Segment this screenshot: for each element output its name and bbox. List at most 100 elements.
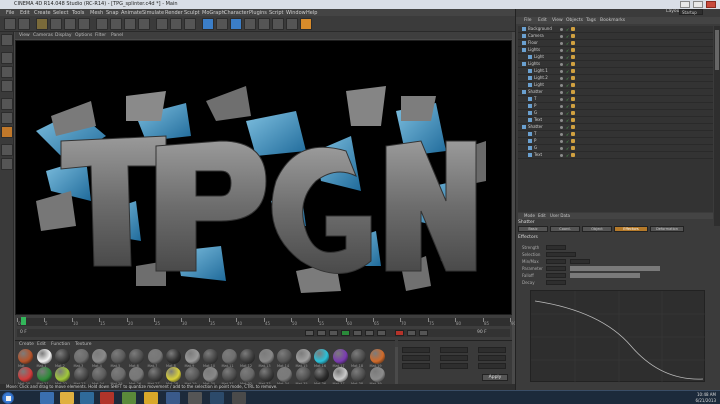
minimize-button[interactable] <box>680 1 690 8</box>
scale-icon[interactable] <box>64 18 76 30</box>
scroll-thumb[interactable] <box>715 30 719 70</box>
tab-deformation[interactable]: Deformation <box>650 226 684 232</box>
start-button[interactable] <box>2 392 14 404</box>
om-menu-edit[interactable]: Edit <box>538 18 547 23</box>
material-tag-icon[interactable] <box>571 125 575 129</box>
position-z-field[interactable] <box>402 363 430 369</box>
object-row[interactable]: Light.1 ✓ <box>518 68 713 75</box>
enabled-check-icon[interactable]: ✓ <box>566 76 569 81</box>
material-swatch[interactable] <box>147 367 163 382</box>
enabled-check-icon[interactable]: ✓ <box>566 146 569 151</box>
material-swatch[interactable] <box>18 367 33 382</box>
falloff-graph[interactable] <box>530 290 706 383</box>
deformer-icon[interactable] <box>258 18 270 30</box>
visibility-dot-icon[interactable] <box>560 84 563 87</box>
pen-icon[interactable] <box>216 18 228 30</box>
material-swatch[interactable] <box>314 367 329 382</box>
material-swatch[interactable] <box>36 367 52 382</box>
material-swatch[interactable] <box>18 349 33 364</box>
attr-menu-user-data[interactable]: User Data <box>550 213 570 218</box>
visibility-dot-icon[interactable] <box>560 112 563 115</box>
undo-icon[interactable] <box>4 18 16 30</box>
material-swatch[interactable] <box>129 349 144 364</box>
vp-menu-filter[interactable]: Filter <box>95 33 106 38</box>
min-field[interactable] <box>546 259 566 264</box>
material-swatch[interactable] <box>221 349 237 364</box>
enabled-check-icon[interactable]: ✓ <box>566 97 569 102</box>
material-swatch[interactable] <box>92 349 107 364</box>
parameter-field[interactable] <box>546 266 566 271</box>
texture-mode-icon[interactable] <box>1 66 13 78</box>
vp-menu-cameras[interactable]: Cameras <box>33 33 53 38</box>
playhead[interactable] <box>21 317 26 325</box>
material-swatch[interactable] <box>73 367 89 382</box>
visibility-dot-icon[interactable] <box>560 77 563 80</box>
material-swatch[interactable] <box>258 349 274 364</box>
app-dark-icon[interactable] <box>232 392 246 404</box>
tab-effectors[interactable]: Effectors <box>614 226 648 232</box>
material-tag-icon[interactable] <box>571 97 575 101</box>
explorer-icon[interactable] <box>60 392 74 404</box>
material-tag-icon[interactable] <box>571 104 575 108</box>
strength-field[interactable] <box>546 245 566 250</box>
visibility-dot-icon[interactable] <box>560 49 563 52</box>
tab-object[interactable]: Object <box>582 226 612 232</box>
coordinate-system-icon[interactable] <box>138 18 150 30</box>
play-icon[interactable] <box>341 330 350 336</box>
mat-menu-create[interactable]: Create <box>19 342 34 347</box>
material-swatch[interactable] <box>73 349 89 364</box>
enabled-check-icon[interactable]: ✓ <box>566 41 569 46</box>
array-icon[interactable] <box>244 18 256 30</box>
app-grey-icon[interactable] <box>188 392 202 404</box>
maximize-button[interactable] <box>693 1 703 8</box>
perspective-viewport[interactable] <box>15 40 512 315</box>
edges-mode-icon[interactable] <box>1 112 13 124</box>
object-row[interactable]: T ✓ <box>518 131 713 138</box>
visibility-dot-icon[interactable] <box>560 91 563 94</box>
material-swatch[interactable] <box>110 349 126 364</box>
visibility-dot-icon[interactable] <box>560 42 563 45</box>
visibility-dot-icon[interactable] <box>560 119 563 122</box>
material-swatch[interactable] <box>277 349 292 364</box>
material-swatch[interactable] <box>240 349 255 364</box>
app-red-icon[interactable] <box>100 392 114 404</box>
rotation-b-field[interactable] <box>478 363 506 369</box>
redo-icon[interactable] <box>18 18 30 30</box>
material-swatch[interactable] <box>351 349 366 364</box>
object-row[interactable]: Lights ✓ <box>518 47 713 54</box>
material-swatch[interactable] <box>369 349 385 364</box>
material-tag-icon[interactable] <box>571 27 575 31</box>
material-tag-icon[interactable] <box>571 48 575 52</box>
material-swatch[interactable] <box>295 349 311 364</box>
render-settings-icon[interactable] <box>184 18 196 30</box>
ie-icon[interactable] <box>40 392 54 404</box>
enabled-check-icon[interactable]: ✓ <box>566 27 569 32</box>
visibility-dot-icon[interactable] <box>560 140 563 143</box>
object-row[interactable]: Text ✓ <box>518 117 713 124</box>
next-key-icon[interactable] <box>365 330 374 336</box>
max-field[interactable] <box>570 259 590 264</box>
snap-icon[interactable] <box>1 144 13 156</box>
app-green-icon[interactable] <box>122 392 136 404</box>
enabled-check-icon[interactable]: ✓ <box>566 34 569 39</box>
material-swatch[interactable] <box>203 367 218 382</box>
visibility-dot-icon[interactable] <box>560 56 563 59</box>
make-editable-icon[interactable] <box>1 34 13 46</box>
visibility-dot-icon[interactable] <box>560 154 563 157</box>
object-row[interactable]: Background ✓ <box>518 26 713 33</box>
material-swatch[interactable] <box>55 367 70 382</box>
material-swatch[interactable] <box>258 367 274 382</box>
points-mode-icon[interactable] <box>1 98 13 110</box>
vp-menu-view[interactable]: View <box>19 33 30 38</box>
autokey-icon[interactable] <box>407 330 416 336</box>
material-swatch[interactable] <box>332 349 348 364</box>
vp-menu-display[interactable]: Display <box>55 33 72 38</box>
camera-icon[interactable] <box>286 18 298 30</box>
enabled-check-icon[interactable]: ✓ <box>566 104 569 109</box>
material-tag-icon[interactable] <box>571 153 575 157</box>
cinema4d-icon[interactable] <box>210 392 224 404</box>
record-icon[interactable] <box>395 330 404 336</box>
material-tag-icon[interactable] <box>571 83 575 87</box>
material-tag-icon[interactable] <box>571 34 575 38</box>
chrome-icon[interactable] <box>144 392 158 404</box>
